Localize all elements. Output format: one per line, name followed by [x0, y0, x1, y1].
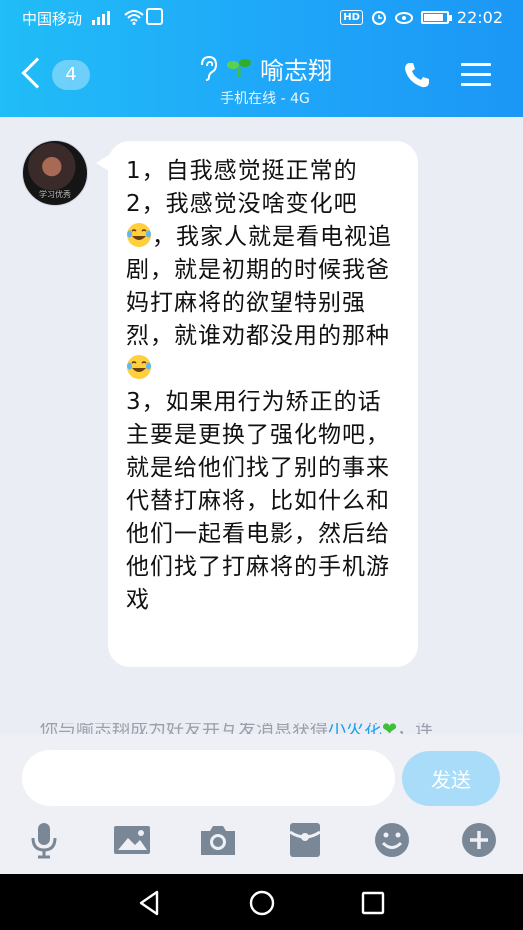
contact-name: 喻志翔: [260, 56, 332, 85]
plus-icon[interactable]: [459, 820, 499, 860]
system-nav-bar: [0, 874, 523, 930]
recents-square-icon[interactable]: [358, 888, 388, 918]
sprout-icon: [227, 59, 251, 78]
laughing-tears-emoji-icon: [127, 355, 151, 379]
eye-icon: [394, 11, 413, 24]
home-circle-icon[interactable]: [247, 888, 277, 918]
red-packet-icon[interactable]: [285, 820, 325, 860]
emoji-icon[interactable]: [372, 820, 412, 860]
camera-icon[interactable]: [198, 820, 238, 860]
ear-icon: [201, 55, 218, 81]
message-list[interactable]: 学习优秀 1，自我感觉挺正常的 2，我感觉没啥变化吧 ，我家人就是看电视追剧，就…: [0, 117, 523, 737]
app-notification-icon: [146, 8, 163, 25]
chevron-left-icon: [21, 57, 53, 89]
back-button[interactable]: 4: [21, 57, 92, 94]
back-triangle-icon[interactable]: [135, 888, 165, 918]
battery-icon: [420, 11, 452, 24]
chat-header: 中国移动 HD 22:02 4 喻志翔 手机在线 - 4G: [0, 0, 523, 117]
chat-title[interactable]: 喻志翔 手机在线 - 4G: [150, 50, 380, 108]
status-bar: 中国移动 HD 22:02: [0, 0, 523, 34]
unread-count-badge: 4: [52, 60, 90, 90]
carrier-label: 中国移动: [22, 10, 83, 28]
mic-icon[interactable]: [24, 820, 64, 860]
send-button[interactable]: 发送: [402, 751, 500, 806]
online-status: 手机在线 - 4G: [220, 91, 310, 107]
alarm-icon: [371, 10, 386, 25]
wifi-icon: [124, 10, 144, 25]
message-input[interactable]: [22, 750, 395, 806]
hd-badge: HD: [340, 10, 363, 25]
image-icon[interactable]: [112, 820, 152, 860]
laughing-tears-emoji-icon: [127, 223, 151, 247]
input-bar: 发送: [0, 734, 523, 874]
message-text: 1，自我感觉挺正常的 2，我感觉没啥变化吧 ，我家人就是看电视追剧，就是初期的时…: [126, 158, 392, 613]
message-bubble[interactable]: 1，自我感觉挺正常的 2，我感觉没啥变化吧 ，我家人就是看电视追剧，就是初期的时…: [108, 141, 418, 667]
signal-icon: [92, 9, 110, 25]
menu-icon[interactable]: [461, 63, 491, 87]
phone-icon[interactable]: [402, 60, 432, 90]
clock: 22:02: [456, 8, 503, 27]
avatar[interactable]: 学习优秀: [22, 140, 88, 206]
toolbar: [0, 820, 523, 862]
